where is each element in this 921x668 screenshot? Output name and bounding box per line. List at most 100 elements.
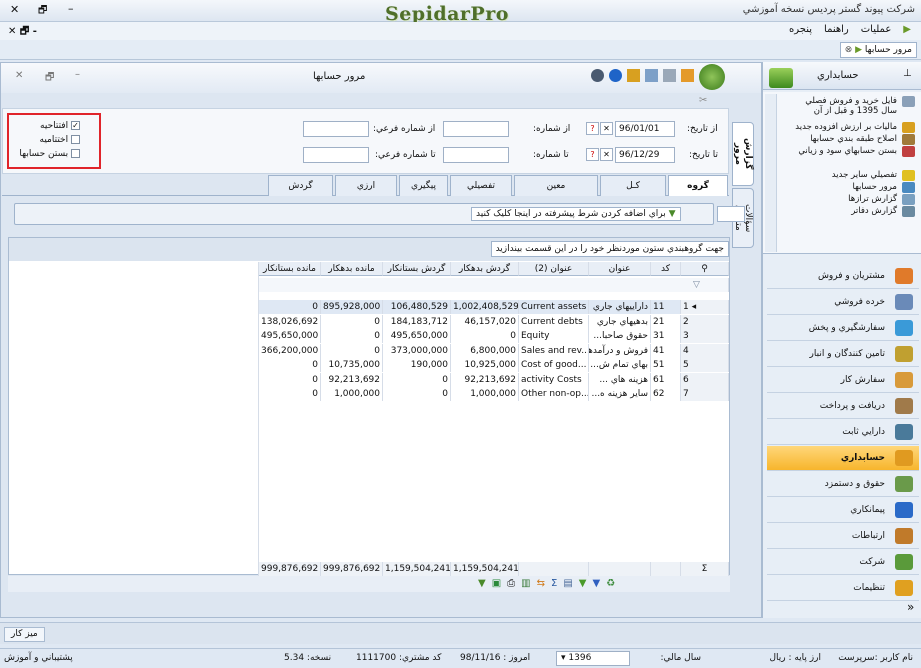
column-header[interactable]: عنوان (2) (519, 262, 589, 276)
column-header[interactable]: گردش بدهکار (451, 262, 519, 276)
print-icon[interactable]: ⎙ (507, 578, 515, 589)
mdi-controls[interactable]: ✕ 🗗 - (8, 24, 37, 41)
desk-button[interactable]: ميز کار (4, 627, 45, 642)
restore-icon[interactable]: 🗗 (38, 3, 47, 20)
table-row[interactable]: 0 1,000,000 0 1,000,000 Other non-op... ساير … (259, 387, 729, 401)
tab-group[interactable]: گروه (668, 175, 728, 196)
row-filter-icon[interactable]: ▽ (691, 278, 729, 292)
menu-window[interactable]: پنجره (789, 24, 812, 35)
column-header[interactable]: مانده بدهکار (321, 262, 383, 276)
table-row[interactable]: 366,200,000 0 373,000,000 6,800,000 Sales an… (259, 343, 729, 358)
pin-icon[interactable]: ⊥ (903, 68, 912, 79)
inner-close-icon[interactable]: ✕ (15, 70, 23, 81)
nav-module-item[interactable]: سفارشگيري و پخش (767, 316, 919, 341)
refresh-icon[interactable] (663, 69, 676, 82)
run-report-icon[interactable] (699, 64, 725, 90)
quick-link-item[interactable]: گزارش دفاتر (787, 206, 897, 216)
column-header[interactable]: گردش بستانکار (383, 262, 451, 276)
nav-module-item[interactable]: حقوق و دستمزد (767, 472, 919, 497)
menu-operations[interactable]: عمليات (861, 24, 892, 35)
nav-module-item[interactable]: تامين کنندگان و انبار (767, 342, 919, 367)
nav-module-item[interactable]: دارايي ثابت (767, 420, 919, 445)
nav-module-item[interactable]: سفارش کار (767, 368, 919, 393)
add-condition-button[interactable]: ▼ براي اضافه کردن شرط پيشرفته در اينجا ک… (471, 207, 681, 221)
advanced-condition-bar[interactable]: ▼ براي اضافه کردن شرط پيشرفته در اينجا ک… (14, 203, 714, 225)
from-number-input[interactable] (443, 121, 509, 137)
filter-toolbar-icon[interactable]: ▼ (579, 578, 587, 589)
inner-restore-icon[interactable]: 🗗 (45, 70, 54, 87)
to-date-clear-icon[interactable]: ✕ (600, 148, 613, 161)
nav-module-item[interactable]: شرکت (767, 550, 919, 575)
support-link[interactable]: پشتيباني و آموزش (4, 653, 73, 663)
nav-module-item[interactable]: پيمانکاري (767, 498, 919, 523)
doc-tab-accounts[interactable]: مرور حسابها ▶ ⊗ (839, 42, 917, 58)
table-row[interactable]: 0 92,213,692 0 92,213,692 activity Costs هزين… (259, 372, 729, 387)
column-header[interactable]: مانده بستانکار (259, 262, 321, 276)
tab-turnover[interactable]: گردش (268, 175, 333, 196)
tab-subsidiary[interactable]: معين (514, 175, 598, 196)
info-icon[interactable] (609, 69, 622, 82)
table-row[interactable]: 0 895,928,000 106,480,529 1,002,408,529 Curr… (259, 300, 729, 314)
side-tab-review-report[interactable]: گزارش مرور (732, 122, 754, 186)
condition-field[interactable] (717, 206, 745, 222)
to-sub-number-input[interactable] (303, 147, 369, 163)
tab-currency[interactable]: ارزي (335, 175, 397, 196)
swap-icon[interactable]: ⇆ (537, 578, 545, 589)
fiscal-year-select[interactable]: ▾ 1396 (556, 651, 630, 666)
table-row[interactable]: 0 10,735,000 190,000 10,925,000 Cost of good… (259, 358, 729, 372)
menu-help[interactable]: راهنما (824, 24, 849, 35)
to-date-input[interactable]: 96/12/29 (615, 147, 675, 163)
tab-general[interactable]: کـل (600, 175, 666, 196)
quick-link-item[interactable]: بستن حسابهاي سود و زياني (787, 146, 897, 156)
quick-link-item[interactable]: تفصيلي ساير جديد (787, 170, 897, 180)
inner-minimize-icon[interactable]: – (75, 69, 80, 80)
edit-icon[interactable] (645, 69, 658, 82)
checkbox-closing[interactable]: اختتاميه (40, 135, 80, 145)
checkbox-opening[interactable]: ✓ افتتاحيه (40, 121, 80, 131)
from-date-clear-icon[interactable]: ✕ (600, 122, 613, 135)
minimize-icon[interactable]: – (68, 2, 74, 15)
quick-link-item[interactable]: گزارش ترازها (787, 194, 897, 204)
nav-module-item[interactable]: ارتباطات (767, 524, 919, 549)
to-number-input[interactable] (443, 147, 509, 163)
tab-detailed[interactable]: تفصيلي (450, 175, 512, 196)
nav-module-item[interactable]: خرده فروشي (767, 290, 919, 315)
nav-module-item[interactable]: تنظيمات (767, 576, 919, 601)
column-header[interactable]: کد (651, 262, 681, 276)
columns-icon[interactable]: ▥ (521, 578, 530, 589)
sum-icon[interactable]: Σ (551, 578, 557, 589)
settings-icon[interactable] (627, 69, 640, 82)
recycle-icon[interactable]: ♻ (606, 578, 615, 589)
from-date-picker-icon[interactable]: ? (586, 122, 599, 135)
help-icon[interactable] (591, 69, 604, 82)
search-icon[interactable]: ⚲ (681, 262, 729, 276)
tab-close-icon[interactable]: ⊗ (845, 45, 853, 55)
close-icon[interactable]: ✕ (10, 3, 19, 16)
more-icon[interactable]: » (907, 600, 914, 614)
layout-icon[interactable]: ▤ (563, 578, 572, 589)
nav-module-item[interactable]: مشتريان و فروش (767, 264, 919, 289)
clear-filter-icon[interactable]: ✂ (699, 95, 707, 106)
nav-module-item[interactable]: دريافت و پرداخت (767, 394, 919, 419)
tab-tracking[interactable]: پيگيري (399, 175, 448, 196)
from-date-input[interactable]: 96/01/01 (615, 121, 675, 137)
excel-icon[interactable]: ▣ (492, 578, 501, 589)
green-arrow-icon[interactable]: ▼ (478, 578, 486, 589)
from-sub-number-input[interactable] (303, 121, 369, 137)
column-header[interactable]: عنوان (589, 262, 651, 276)
quick-link-item[interactable]: فايل خريد و فروش فصلي سال 1395 و قبل از … (787, 96, 897, 116)
filter-blue-icon[interactable]: ▼ (592, 578, 600, 589)
nav-module-item[interactable]: حسابداري (767, 446, 919, 471)
checkbox-close-accounts[interactable]: بستن حسابها (19, 149, 80, 159)
group-by-panel[interactable]: جهت گروهبندي ستون موردنظر خود را در اين … (9, 238, 729, 261)
list-scrollbar[interactable] (765, 94, 777, 252)
table-row[interactable]: 138,026,692 0 184,183,712 46,157,020 Current… (259, 314, 729, 329)
quick-link-item[interactable]: مرور حسابها (787, 182, 897, 192)
grid-filter-row[interactable]: ▽ (259, 278, 729, 292)
quick-link-item[interactable]: اصلاح طبقه بندي حسابها (787, 134, 897, 144)
export-icon[interactable] (681, 69, 694, 82)
totals-row[interactable]: 999,876,692 999,876,692 1,159,504,241 1,159… (259, 562, 729, 576)
quick-link-item[interactable]: ماليات بر ارزش افزوده جديد (787, 122, 897, 132)
to-date-picker-icon[interactable]: ? (586, 148, 599, 161)
table-row[interactable]: 495,650,000 0 495,650,000 0 Equity حقوق صاحبا… (259, 329, 729, 343)
